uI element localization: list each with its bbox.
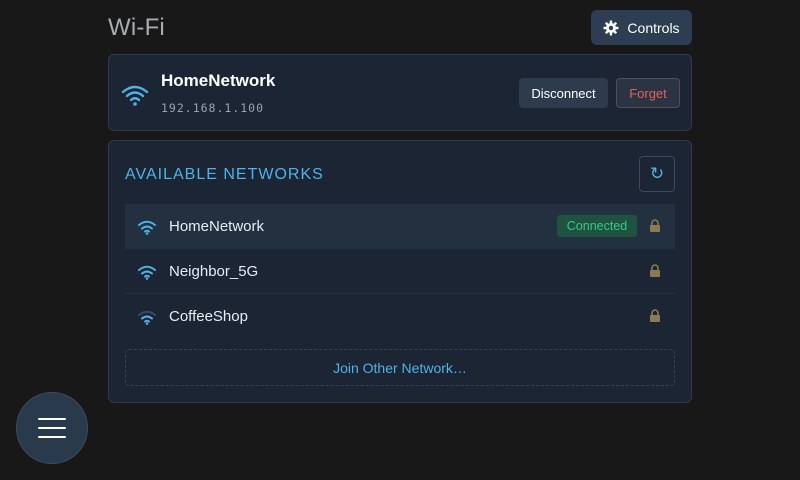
refresh-icon: ↻ [649,164,665,183]
network-ssid: CoffeeShop [169,308,248,325]
network-row-neighbor-5g[interactable]: Neighbor_5G [125,249,675,294]
lock-icon [649,309,661,322]
current-network-name: HomeNetwork [161,71,276,90]
hamburger-menu-icon [38,418,66,438]
connected-badge: Connected [557,215,637,237]
wifi-signal-icon [137,219,157,235]
network-row-homenetwork[interactable]: HomeNetwork Connected [125,204,675,249]
network-ssid: HomeNetwork [169,218,265,235]
wifi-signal-icon [137,264,157,280]
network-ssid: Neighbor_5G [169,263,259,280]
forget-button[interactable]: Forget [616,78,680,108]
disconnect-button[interactable]: Disconnect [519,78,608,108]
lock-icon [649,219,661,232]
wifi-settings-page: Wi-Fi Controls HomeNetwork 192.168.1.100… [0,0,800,480]
gear-icon [603,20,619,36]
refresh-button[interactable]: ↻ [639,156,675,192]
wifi-icon [121,83,149,107]
ip-address: 192.168.1.100 [161,101,265,115]
available-networks-heading: AVAILABLE NETWORKS [125,166,324,183]
controls-button[interactable]: Controls [591,10,692,45]
current-network-card: HomeNetwork 192.168.1.100 Disconnect For… [108,54,692,131]
menu-button[interactable] [16,392,88,464]
lock-icon [649,264,661,277]
wifi-signal-icon [137,309,157,325]
available-networks-card: AVAILABLE NETWORKS ↻ HomeNetwork Connect… [108,140,692,403]
controls-button-label: Controls [627,19,680,36]
network-row-coffeeshop[interactable]: CoffeeShop [125,294,675,338]
page-title: Wi-Fi [108,14,165,41]
join-other-network-button[interactable]: Join Other Network… [125,349,675,386]
network-list: HomeNetwork Connected Neighbor_5G Coffee… [125,204,675,338]
